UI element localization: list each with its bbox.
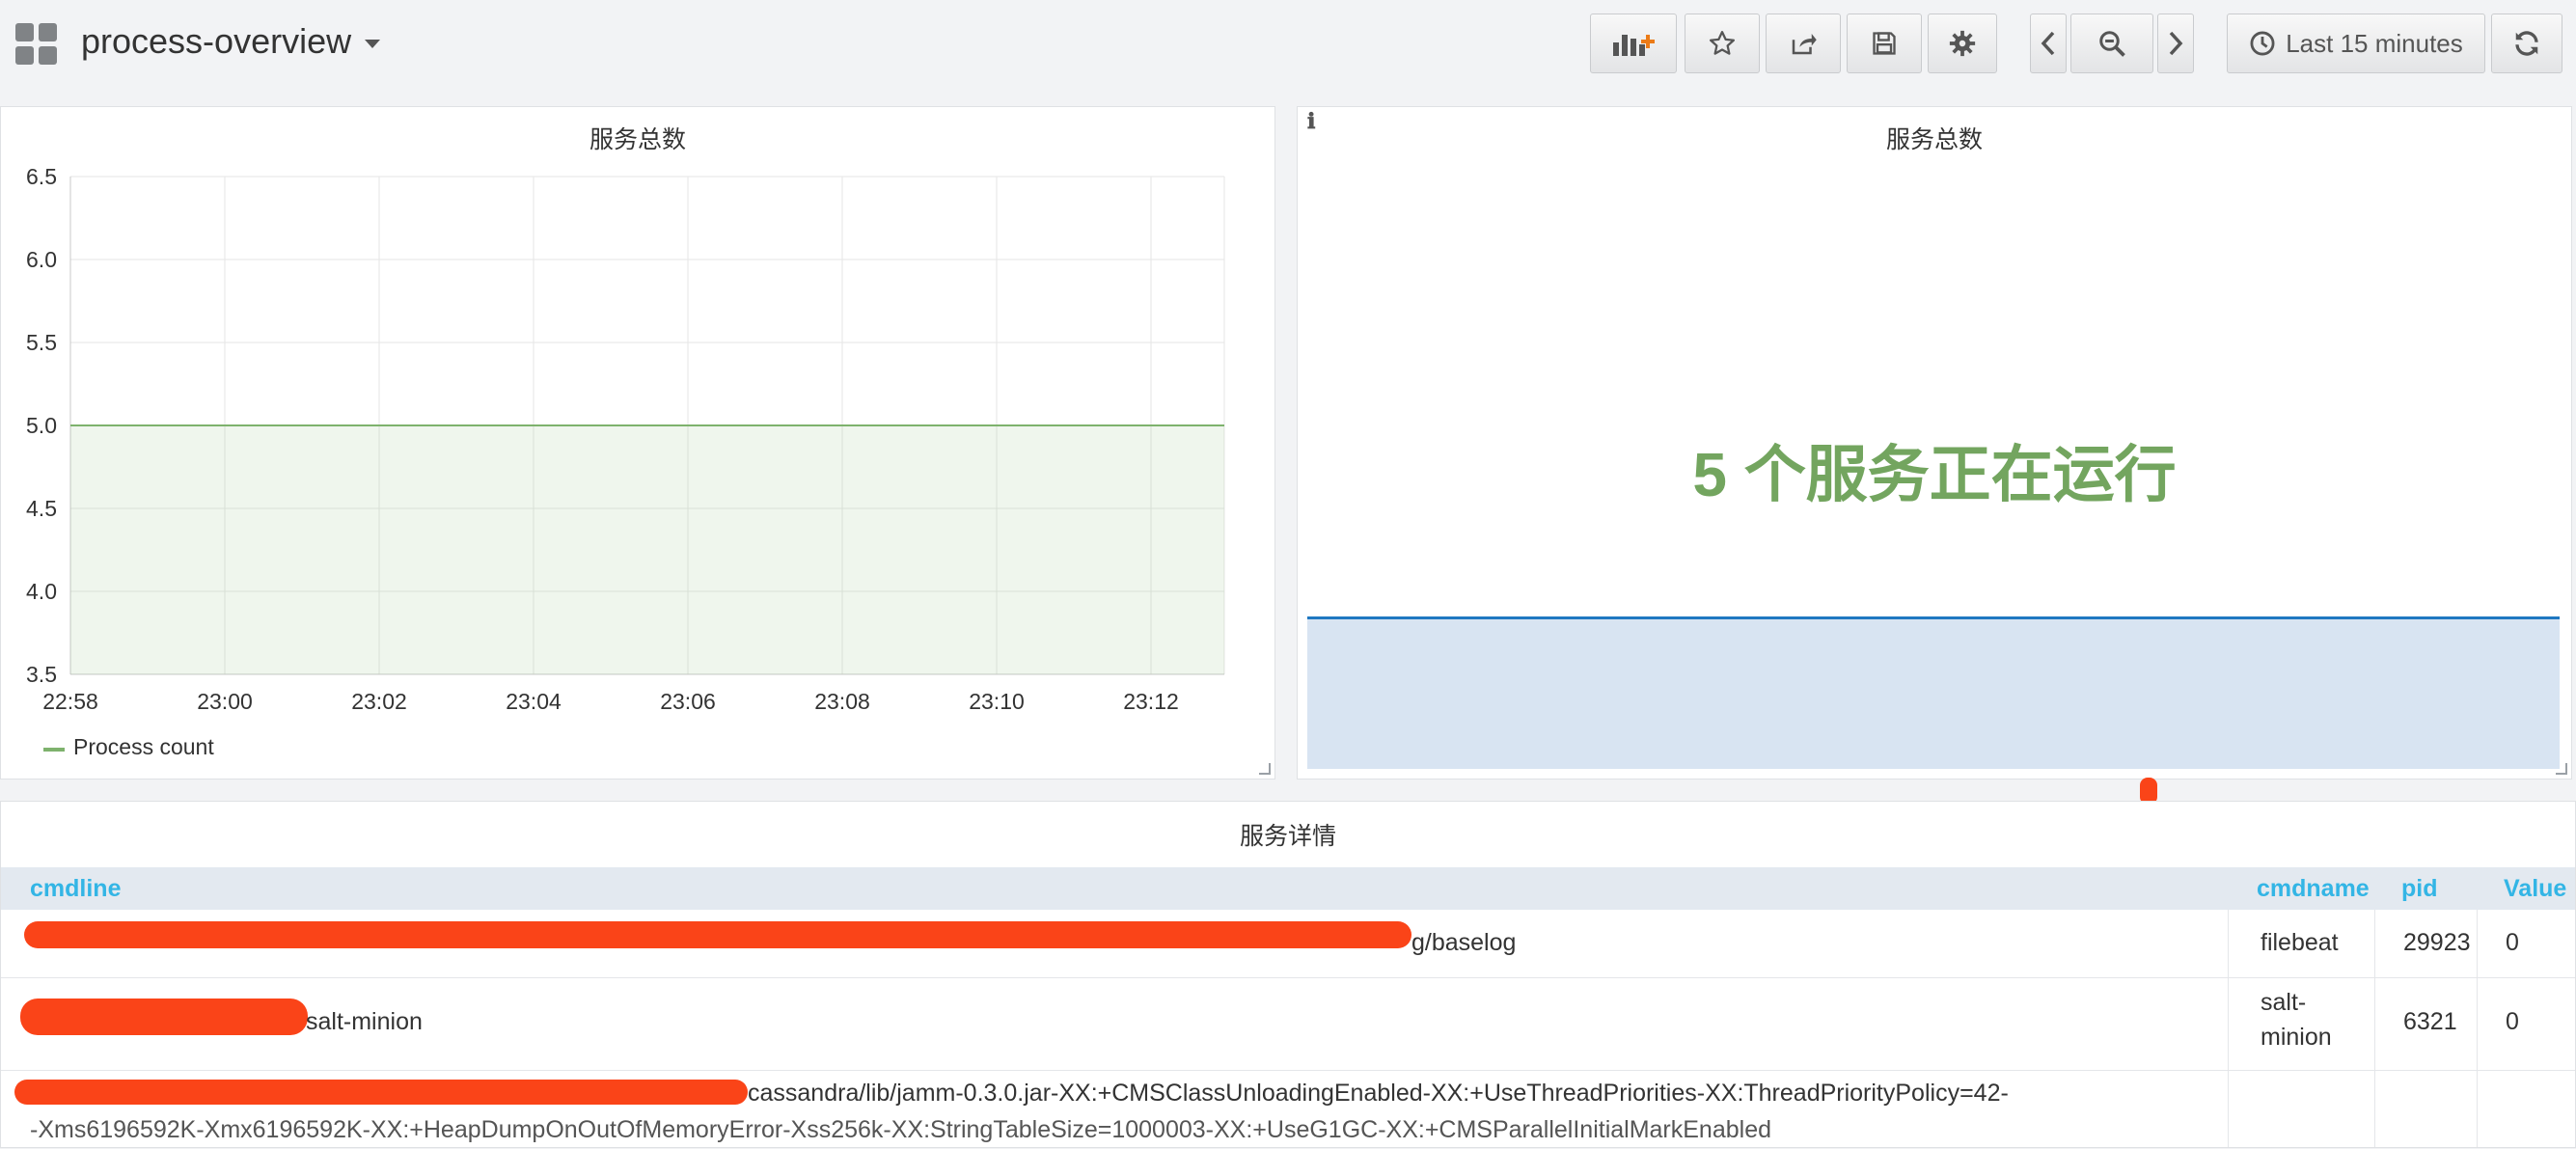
star-button[interactable]	[1685, 14, 1760, 73]
grid-icon[interactable]	[15, 23, 60, 68]
time-picker-button[interactable]: Last 15 minutes	[2227, 14, 2485, 73]
stat-value: 5 个服务正在运行	[1692, 440, 2177, 509]
x-tick-label: 23:06	[660, 689, 716, 714]
sparkline	[1307, 616, 2560, 769]
share-button[interactable]	[1766, 14, 1841, 73]
refresh-icon	[2515, 31, 2538, 56]
chevron-right-icon	[2169, 31, 2183, 56]
time-range-label: Last 15 minutes	[2286, 28, 2463, 58]
column-header-cmdname[interactable]: cmdname	[2257, 875, 2370, 903]
graph-panel: 服务总数 6.5 6.0 5.5 5.0 4.5 4.0 3.5 22:58 23:00 23:0…	[0, 106, 1275, 780]
series-area	[70, 425, 1224, 674]
cell-cmdline: salt-minion	[306, 1008, 423, 1035]
table-header: cmdline cmdname pid Value	[1, 867, 2575, 910]
table-row: salt-minion salt- minion 6321 0	[1, 977, 2575, 1071]
x-tick-label: 23:12	[1123, 689, 1179, 714]
x-tick-label: 23:00	[197, 689, 253, 714]
y-tick-label: 5.0	[26, 413, 57, 438]
next-timerange-button[interactable]	[2157, 14, 2194, 73]
column-header-cmdline[interactable]: cmdline	[30, 875, 121, 903]
settings-button[interactable]	[1928, 14, 1997, 73]
cell-value: 0	[2506, 929, 2519, 956]
y-tick-label: 3.5	[26, 662, 57, 687]
dashboard-title-dropdown[interactable]: process-overview	[81, 21, 381, 62]
redaction-mark	[14, 1080, 748, 1105]
cell-cmdname: filebeat	[2261, 929, 2339, 956]
table-row: g/baselog filebeat 29923 0	[1, 910, 2575, 978]
singlestat-panel: ℹ 服务总数 5 个服务正在运行	[1297, 106, 2572, 780]
column-header-value[interactable]: Value	[2504, 875, 2566, 903]
x-tick-label: 23:10	[969, 689, 1025, 714]
share-icon	[1792, 34, 1817, 55]
y-tick-label: 4.0	[26, 579, 57, 604]
redaction-mark	[20, 999, 308, 1035]
legend-label[interactable]: Process count	[73, 734, 214, 760]
legend-swatch	[43, 748, 65, 752]
x-tick-label: 23:02	[351, 689, 407, 714]
table-row: cassandra/lib/jamm-0.3.0.jar-XX:+CMSClas…	[1, 1070, 2575, 1149]
caret-down-icon	[365, 39, 381, 48]
y-tick-label: 6.5	[26, 164, 57, 189]
cell-cmdname-line1: salt-	[2261, 989, 2307, 1016]
dashboard-title: process-overview	[81, 21, 352, 61]
save-button[interactable]	[1847, 14, 1922, 73]
resize-handle[interactable]	[1259, 763, 1271, 775]
zoom-out-button[interactable]	[2070, 14, 2153, 73]
top-navbar: process-overview Last 15 minutes	[0, 0, 2576, 89]
cell-cmdline-line2: -Xms6196592K-Xmx6196592K-XX:+HeapDumpOnO…	[30, 1116, 1772, 1143]
cell-cmdname-line2: minion	[2261, 1024, 2332, 1051]
cell-cmdline: cassandra/lib/jamm-0.3.0.jar-XX:+CMSClas…	[748, 1080, 2009, 1107]
panel-title[interactable]: 服务总数	[1298, 121, 2571, 155]
y-tick-label: 5.5	[26, 330, 57, 355]
cell-pid: 29923	[2403, 929, 2471, 956]
column-header-pid[interactable]: pid	[2401, 875, 2438, 903]
cell-cmdline: g/baselog	[1411, 929, 1517, 956]
x-tick-label: 22:58	[42, 689, 98, 714]
y-tick-label: 6.0	[26, 247, 57, 272]
cell-pid: 6321	[2403, 1008, 2457, 1035]
save-icon	[1873, 32, 1896, 55]
bar-chart-plus-icon	[1613, 35, 1655, 56]
star-icon	[1710, 31, 1735, 55]
zoom-out-icon	[2099, 31, 2125, 57]
clock-icon	[2250, 31, 2275, 56]
prev-timerange-button[interactable]	[2030, 14, 2067, 73]
chevron-left-icon	[2041, 31, 2055, 56]
table-panel: 服务详情 cmdline cmdname pid Value g/baselog…	[0, 801, 2576, 1148]
panel-title[interactable]: 服务详情	[1, 817, 2575, 852]
add-panel-button[interactable]	[1590, 14, 1677, 73]
redaction-mark	[24, 921, 1411, 948]
resize-handle[interactable]	[2556, 763, 2567, 775]
gear-icon	[1949, 30, 1976, 57]
refresh-button[interactable]	[2491, 14, 2562, 73]
y-tick-label: 4.5	[26, 496, 57, 521]
x-tick-label: 23:08	[814, 689, 870, 714]
graph-chart: 6.5 6.0 5.5 5.0 4.5 4.0 3.522:58 23:00 23:02 23:0…	[26, 164, 1225, 714]
cell-value: 0	[2506, 1008, 2519, 1035]
x-tick-label: 23:04	[506, 689, 562, 714]
